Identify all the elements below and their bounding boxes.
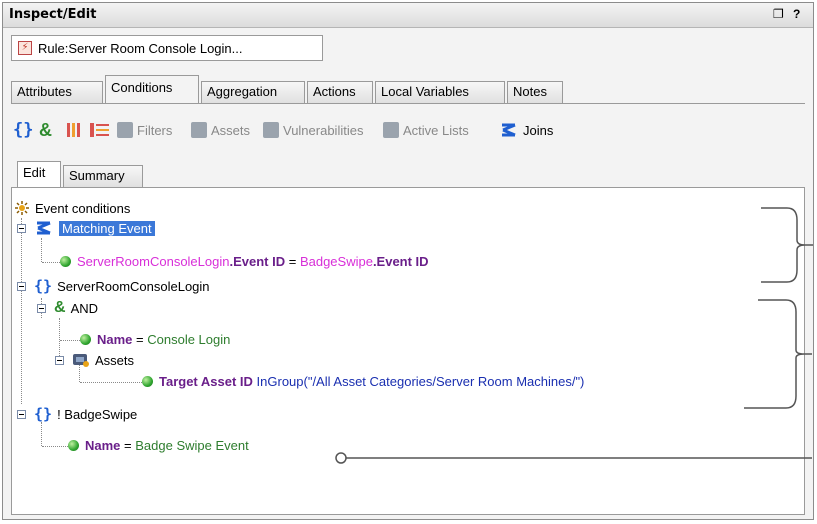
tree-node-assets[interactable]: Assets bbox=[72, 350, 134, 370]
tree-node-join-condition[interactable]: ServerRoomConsoleLogin .Event ID = BadgeS… bbox=[60, 251, 429, 271]
brace-icon: {} bbox=[34, 405, 53, 423]
tree-node-badge-condition[interactable]: Name = Badge Swipe Event bbox=[68, 435, 249, 455]
tab-attributes[interactable]: Attributes bbox=[11, 81, 103, 103]
rule-document-label: Rule:Server Room Console Login... bbox=[38, 41, 243, 56]
joins-label: Joins bbox=[523, 122, 554, 138]
tree-connector bbox=[80, 382, 142, 383]
annotation-bracket-event1 bbox=[744, 299, 812, 409]
tree-node-target-asset-condition[interactable]: Target Asset ID InGroup("/All Asset Cate… bbox=[142, 371, 584, 391]
conditions-toolbar: {} & Filters Assets Vulnerabilities Acti… bbox=[13, 119, 803, 143]
filter-icon bbox=[117, 122, 133, 138]
filters-label: Filters bbox=[137, 122, 173, 138]
rule-document-tab[interactable]: ⚡ Rule:Server Room Console Login... bbox=[11, 35, 323, 61]
rule-icon: ⚡ bbox=[18, 41, 32, 55]
tab-conditions[interactable]: Conditions bbox=[105, 75, 199, 103]
assets-node-label: Assets bbox=[95, 352, 135, 368]
condition-dot-icon bbox=[68, 439, 79, 451]
active-lists-button[interactable]: Active Lists bbox=[383, 119, 469, 141]
operator: = bbox=[132, 331, 148, 347]
event1-label: ServerRoomConsoleLogin bbox=[57, 278, 210, 294]
filters-button[interactable]: Filters bbox=[117, 119, 172, 141]
tab-local-variables[interactable]: Local Variables bbox=[375, 81, 505, 103]
not-icon bbox=[90, 123, 109, 137]
tree-node-event1[interactable]: {} ServerRoomConsoleLogin bbox=[34, 276, 210, 296]
and-icon: & bbox=[54, 299, 66, 316]
condition-dot-icon bbox=[142, 375, 153, 387]
tree-node-name-condition[interactable]: Name = Console Login bbox=[80, 329, 230, 349]
value-ingroup: InGroup("/All Asset Categories/Server Ro… bbox=[252, 373, 585, 389]
asset-icon bbox=[72, 352, 90, 368]
join-icon bbox=[502, 123, 516, 137]
tree-connector bbox=[41, 422, 42, 446]
help-icon[interactable]: ? bbox=[793, 7, 800, 21]
tree-connector bbox=[59, 318, 60, 360]
value-badge-swipe-event: Badge Swipe Event bbox=[135, 437, 249, 453]
join-left-field: .Event ID bbox=[229, 253, 286, 269]
asset-icon bbox=[191, 122, 207, 138]
add-event-button[interactable]: {} bbox=[13, 119, 33, 141]
tree-root[interactable]: Event conditions bbox=[14, 198, 130, 218]
join-left-event: ServerRoomConsoleLogin bbox=[77, 253, 230, 269]
tree-connector bbox=[41, 238, 42, 262]
tab-notes[interactable]: Notes bbox=[507, 81, 563, 103]
annotation-bracket-matching bbox=[761, 207, 813, 283]
brace-icon: {} bbox=[13, 120, 34, 140]
brace-icon: {} bbox=[34, 277, 53, 295]
active-lists-label: Active Lists bbox=[403, 122, 469, 138]
tree-connector bbox=[60, 340, 80, 341]
panel-titlebar: Inspect/Edit ❐ ? bbox=[3, 3, 813, 28]
tab-actions[interactable]: Actions bbox=[307, 81, 373, 103]
annotation-pointer-event2 bbox=[335, 452, 812, 464]
collapse-event1[interactable] bbox=[17, 282, 26, 291]
value-console-login: Console Login bbox=[147, 331, 231, 347]
condition-dot-icon bbox=[80, 333, 91, 345]
field-target-asset-id: Target Asset ID bbox=[159, 373, 253, 389]
subtab-summary[interactable]: Summary bbox=[63, 165, 143, 187]
tab-aggregation[interactable]: Aggregation bbox=[201, 81, 305, 103]
or-icon bbox=[67, 123, 80, 137]
assets-label: Assets bbox=[211, 122, 251, 138]
tree-connector bbox=[21, 218, 22, 404]
tree-node-matching-event[interactable]: Matching Event bbox=[34, 218, 155, 238]
collapse-and[interactable] bbox=[37, 304, 46, 313]
collapse-assets[interactable] bbox=[55, 356, 64, 365]
and-icon: & bbox=[39, 119, 52, 140]
join-right-field: .Event ID bbox=[372, 253, 429, 269]
conditions-tree: Event conditions Matching Event ServerRo… bbox=[11, 187, 813, 515]
tree-connector bbox=[42, 446, 68, 447]
join-operator: = bbox=[285, 253, 300, 269]
collapse-event2[interactable] bbox=[17, 410, 26, 419]
vulnerability-icon bbox=[263, 122, 279, 138]
condition-dot-icon bbox=[60, 255, 71, 267]
vulnerabilities-button[interactable]: Vulnerabilities bbox=[263, 119, 363, 141]
matching-event-label: Matching Event bbox=[59, 220, 155, 236]
add-or-button[interactable] bbox=[65, 119, 85, 141]
and-label: AND bbox=[70, 300, 99, 316]
event2-label: ! BadgeSwipe bbox=[57, 406, 138, 422]
assets-button[interactable]: Assets bbox=[191, 119, 250, 141]
tree-root-label: Event conditions bbox=[35, 200, 131, 216]
restore-window-icon[interactable]: ❐ bbox=[773, 7, 784, 21]
tab-divider bbox=[11, 103, 805, 104]
tree-node-and[interactable]: & AND bbox=[54, 298, 98, 318]
tree-connector bbox=[42, 262, 60, 263]
subtab-edit[interactable]: Edit bbox=[17, 161, 61, 187]
inspect-edit-panel: Inspect/Edit ❐ ? ⚡ Rule:Server Room Cons… bbox=[2, 2, 814, 520]
joins-button[interactable]: Joins bbox=[499, 119, 553, 141]
field-name: Name bbox=[97, 331, 133, 347]
active-list-icon bbox=[383, 122, 399, 138]
field-name: Name bbox=[85, 437, 121, 453]
event-conditions-icon bbox=[14, 200, 30, 216]
operator: = bbox=[120, 437, 136, 453]
add-not-button[interactable] bbox=[89, 119, 111, 141]
add-and-button[interactable]: & bbox=[39, 119, 52, 141]
collapse-matching-event[interactable] bbox=[17, 224, 26, 233]
panel-title: Inspect/Edit bbox=[9, 7, 97, 22]
vulnerabilities-label: Vulnerabilities bbox=[283, 122, 364, 138]
join-right-event: BadgeSwipe bbox=[299, 253, 373, 269]
tree-node-event2[interactable]: {} ! BadgeSwipe bbox=[34, 404, 137, 424]
join-icon bbox=[34, 220, 54, 236]
